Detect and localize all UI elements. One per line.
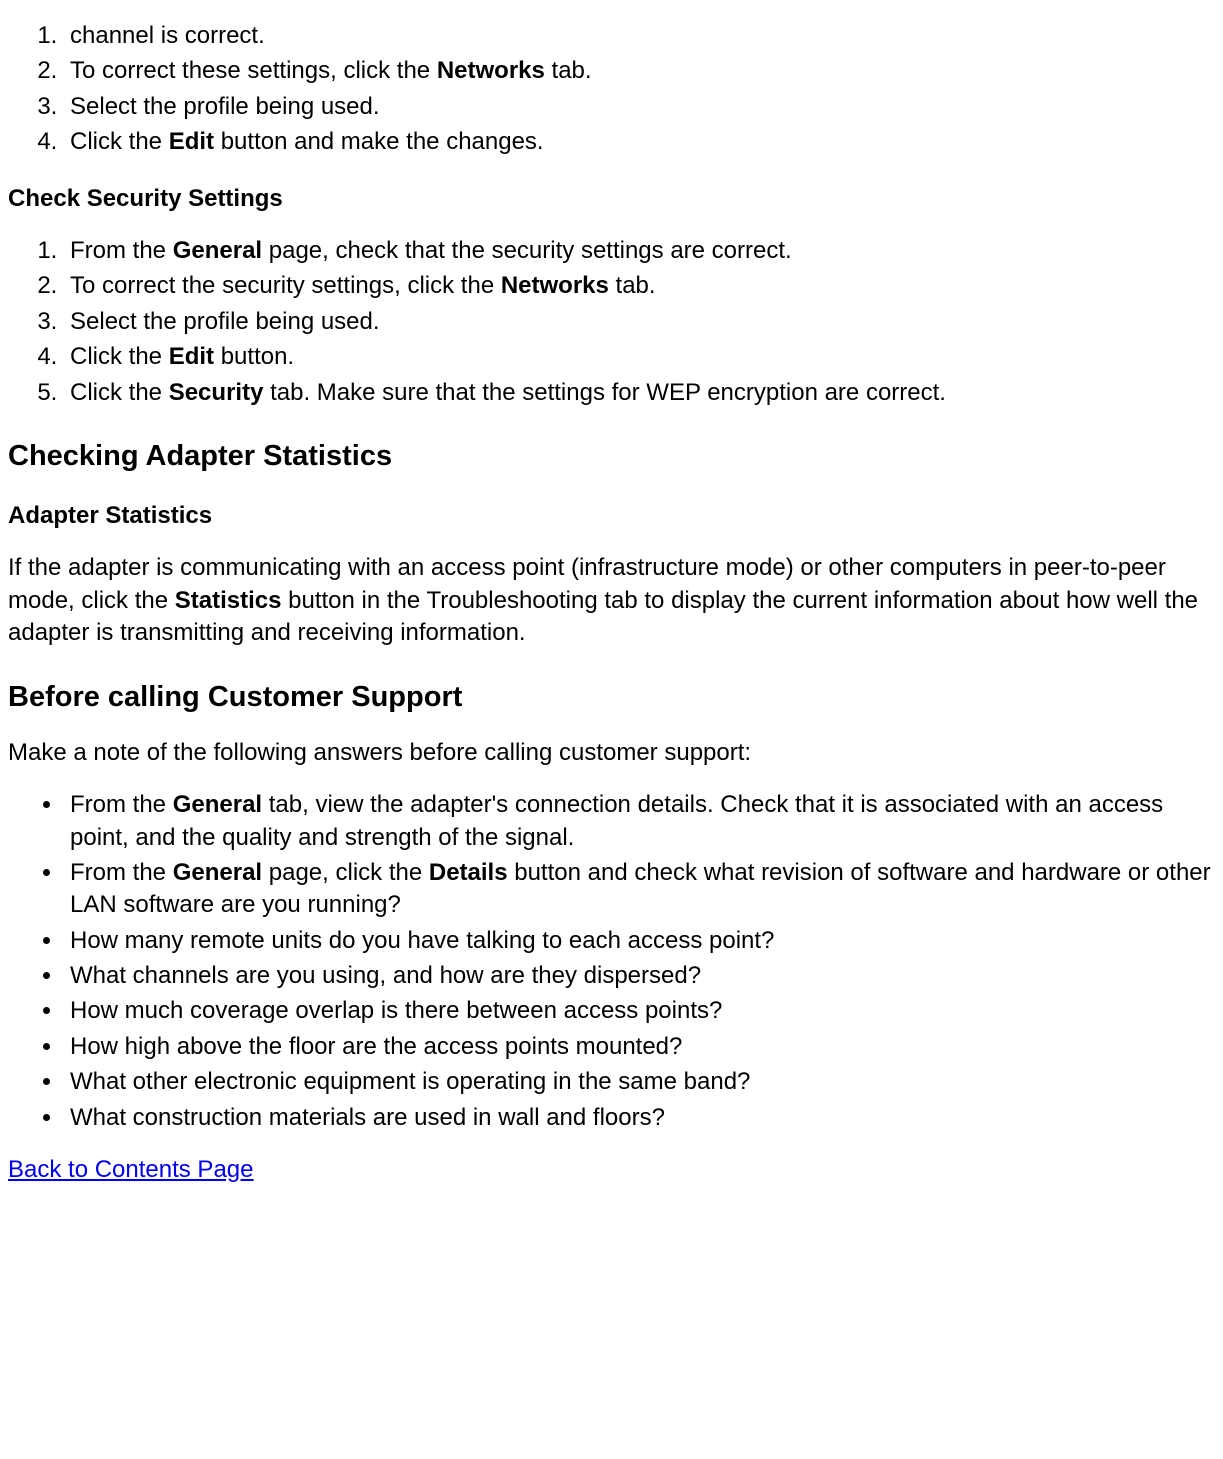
list-text: Select the profile being used. bbox=[70, 308, 380, 335]
list-item: What construction materials are used in … bbox=[64, 1102, 1215, 1134]
checking-adapter-statistics-heading: Checking Adapter Statistics bbox=[8, 437, 1215, 476]
list-text: What construction materials are used in … bbox=[70, 1104, 665, 1131]
list-item: Click the Security tab. Make sure that t… bbox=[64, 377, 1215, 409]
adapter-statistics-heading: Adapter Statistics bbox=[8, 500, 1215, 532]
list-item: To correct the security settings, click … bbox=[64, 270, 1215, 302]
bold-text: General bbox=[173, 859, 262, 886]
before-calling-support-heading: Before calling Customer Support bbox=[8, 678, 1215, 717]
network-settings-list: channel is correct. To correct these set… bbox=[8, 20, 1215, 159]
back-to-contents-link[interactable]: Back to Contents Page bbox=[8, 1156, 253, 1183]
list-item: From the General page, check that the se… bbox=[64, 235, 1215, 267]
bold-text: Details bbox=[429, 859, 508, 886]
list-text: How high above the floor are the access … bbox=[70, 1033, 682, 1060]
support-intro-paragraph: Make a note of the following answers bef… bbox=[8, 737, 1215, 769]
list-text: What other electronic equipment is opera… bbox=[70, 1068, 750, 1095]
list-item: From the General page, click the Details… bbox=[64, 857, 1215, 922]
list-text: Select the profile being used. bbox=[70, 93, 380, 120]
security-settings-list: From the General page, check that the se… bbox=[8, 235, 1215, 409]
bold-text: Security bbox=[169, 379, 264, 406]
list-item: To correct these settings, click the Net… bbox=[64, 55, 1215, 87]
check-security-heading: Check Security Settings bbox=[8, 183, 1215, 215]
list-text: What channels are you using, and how are… bbox=[70, 962, 701, 989]
bold-text: General bbox=[173, 237, 262, 264]
list-item: Select the profile being used. bbox=[64, 306, 1215, 338]
list-text: How many remote units do you have talkin… bbox=[70, 927, 774, 954]
bold-text: Statistics bbox=[175, 587, 282, 614]
bold-text: Networks bbox=[437, 57, 545, 84]
list-text: channel is correct. bbox=[70, 22, 265, 49]
list-text: How much coverage overlap is there betwe… bbox=[70, 997, 722, 1024]
adapter-statistics-paragraph: If the adapter is communicating with an … bbox=[8, 552, 1215, 649]
back-link-paragraph: Back to Contents Page bbox=[8, 1154, 1215, 1186]
list-item: How high above the floor are the access … bbox=[64, 1031, 1215, 1063]
bold-text: Edit bbox=[169, 128, 214, 155]
bold-text: Networks bbox=[501, 272, 609, 299]
bold-text: General bbox=[173, 791, 262, 818]
list-item: How many remote units do you have talkin… bbox=[64, 925, 1215, 957]
bold-text: Edit bbox=[169, 343, 214, 370]
list-item: How much coverage overlap is there betwe… bbox=[64, 995, 1215, 1027]
list-item: Select the profile being used. bbox=[64, 91, 1215, 123]
list-item: What other electronic equipment is opera… bbox=[64, 1066, 1215, 1098]
list-item: From the General tab, view the adapter's… bbox=[64, 789, 1215, 854]
list-item: Click the Edit button and make the chang… bbox=[64, 126, 1215, 158]
list-item: Click the Edit button. bbox=[64, 341, 1215, 373]
support-questions-list: From the General tab, view the adapter's… bbox=[8, 789, 1215, 1134]
list-item: What channels are you using, and how are… bbox=[64, 960, 1215, 992]
list-item: channel is correct. bbox=[64, 20, 1215, 52]
